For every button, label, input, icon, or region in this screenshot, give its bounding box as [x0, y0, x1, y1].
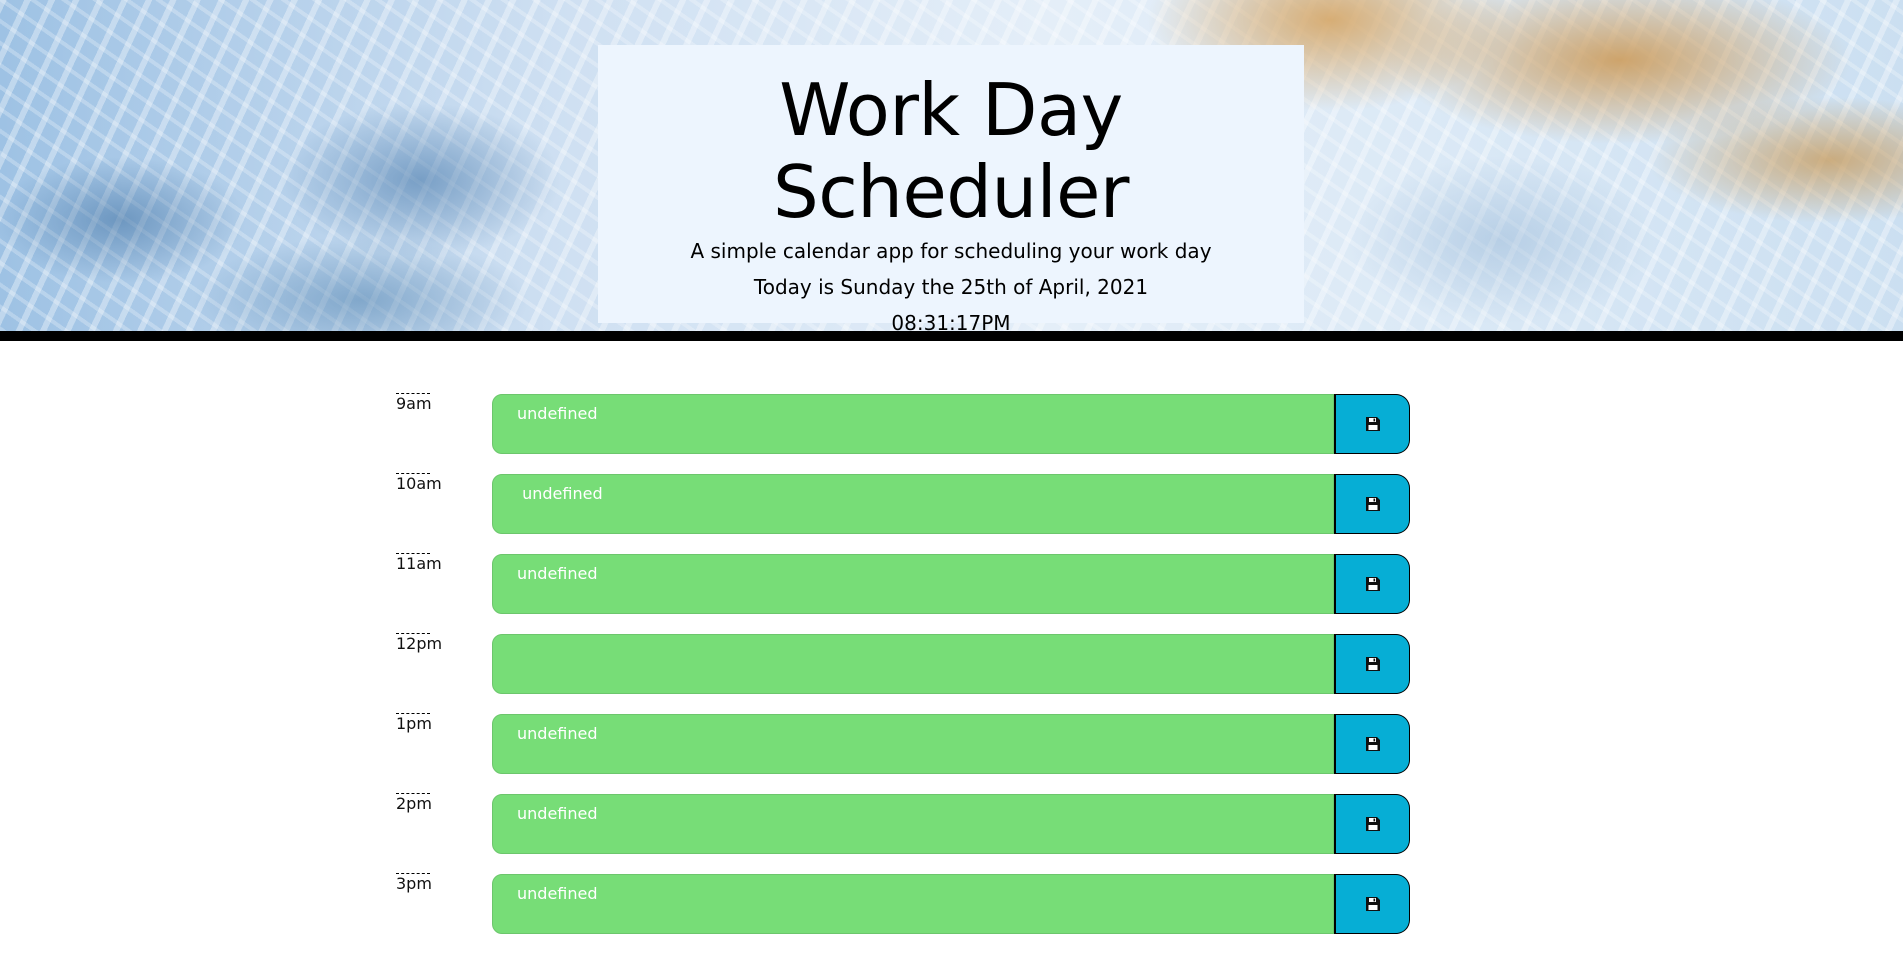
jumbotron: Work Day Scheduler A simple calendar app…	[598, 45, 1304, 335]
time-block-row: 12pm	[396, 633, 1412, 695]
floppy-disk-icon	[1365, 896, 1381, 912]
current-time: 08:31:17PM	[891, 311, 1011, 335]
schedule-container: 9am undefined 10am undefined 11am undefi…	[396, 393, 1412, 953]
hour-label: 1pm	[396, 713, 432, 733]
floppy-disk-icon	[1365, 656, 1381, 672]
page-subtitle: A simple calendar app for scheduling you…	[690, 239, 1212, 263]
save-button[interactable]	[1334, 794, 1410, 854]
time-block-row: 10am undefined	[396, 473, 1412, 535]
current-date: Today is Sunday the 25th of April, 2021	[753, 275, 1149, 299]
task-description-input[interactable]	[492, 634, 1334, 694]
hour-label: 11am	[396, 553, 442, 573]
save-button[interactable]	[1334, 474, 1410, 534]
floppy-disk-icon	[1365, 576, 1381, 592]
save-button[interactable]	[1334, 554, 1410, 614]
time-block-row: 3pm undefined	[396, 873, 1412, 935]
save-button[interactable]	[1334, 394, 1410, 454]
task-description-input[interactable]: undefined	[492, 714, 1334, 774]
task-description-input[interactable]: undefined	[492, 794, 1334, 854]
time-block-row: 1pm undefined	[396, 713, 1412, 775]
hour-label: 9am	[396, 393, 432, 413]
save-button[interactable]	[1334, 714, 1410, 774]
floppy-disk-icon	[1365, 416, 1381, 432]
time-block-row: 9am undefined	[396, 393, 1412, 455]
task-description-input[interactable]: undefined	[492, 474, 1334, 534]
task-description-input[interactable]: undefined	[492, 554, 1334, 614]
save-button[interactable]	[1334, 874, 1410, 934]
hour-label: 10am	[396, 473, 442, 493]
hour-label: 12pm	[396, 633, 443, 653]
hour-label: 3pm	[396, 873, 432, 893]
page-title: Work Day Scheduler	[773, 68, 1129, 234]
time-block-row: 11am undefined	[396, 553, 1412, 615]
task-description-input[interactable]: undefined	[492, 394, 1334, 454]
floppy-disk-icon	[1365, 736, 1381, 752]
floppy-disk-icon	[1365, 496, 1381, 512]
time-block-row: 2pm undefined	[396, 793, 1412, 855]
task-description-input[interactable]: undefined	[492, 874, 1334, 934]
save-button[interactable]	[1334, 634, 1410, 694]
hour-label: 2pm	[396, 793, 432, 813]
floppy-disk-icon	[1365, 816, 1381, 832]
